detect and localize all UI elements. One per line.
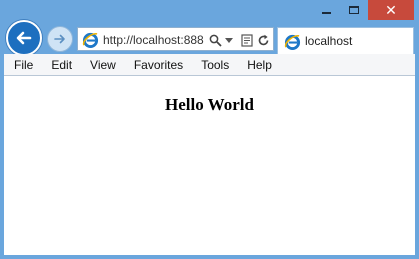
ie-logo-icon xyxy=(82,32,99,48)
url-text[interactable]: http://localhost:888 xyxy=(103,32,207,48)
maximize-icon xyxy=(349,6,359,14)
forward-button[interactable] xyxy=(47,26,73,52)
page-content: Hello World xyxy=(4,76,415,255)
tab-title: localhost xyxy=(305,34,353,48)
minimize-button[interactable] xyxy=(312,0,340,20)
refresh-icon[interactable] xyxy=(256,32,270,48)
menu-tools[interactable]: Tools xyxy=(195,54,235,76)
dropdown-icon[interactable] xyxy=(224,32,234,48)
menu-help[interactable]: Help xyxy=(241,54,278,76)
menu-file[interactable]: File xyxy=(8,54,39,76)
forward-arrow-icon xyxy=(54,34,65,44)
ie-logo-icon xyxy=(284,34,301,50)
tab-localhost[interactable]: localhost xyxy=(277,27,414,54)
menu-view[interactable]: View xyxy=(84,54,122,76)
close-icon: ✕ xyxy=(385,2,397,18)
search-icon[interactable] xyxy=(208,32,222,48)
menu-favorites[interactable]: Favorites xyxy=(128,54,189,76)
close-button[interactable]: ✕ xyxy=(368,0,414,20)
minimize-icon xyxy=(321,12,331,14)
menu-edit[interactable]: Edit xyxy=(45,54,78,76)
title-bar: ✕ http://localhost:888 localhost xyxy=(0,0,419,56)
address-bar[interactable]: http://localhost:888 xyxy=(77,27,274,51)
back-button[interactable] xyxy=(6,20,42,56)
page-heading: Hello World xyxy=(165,95,254,114)
browser-window: ✕ http://localhost:888 localhost File Ed… xyxy=(0,0,419,259)
maximize-button[interactable] xyxy=(340,0,368,20)
compat-view-icon[interactable] xyxy=(240,32,254,48)
menu-bar: File Edit View Favorites Tools Help xyxy=(4,54,415,76)
back-arrow-icon xyxy=(16,31,32,45)
